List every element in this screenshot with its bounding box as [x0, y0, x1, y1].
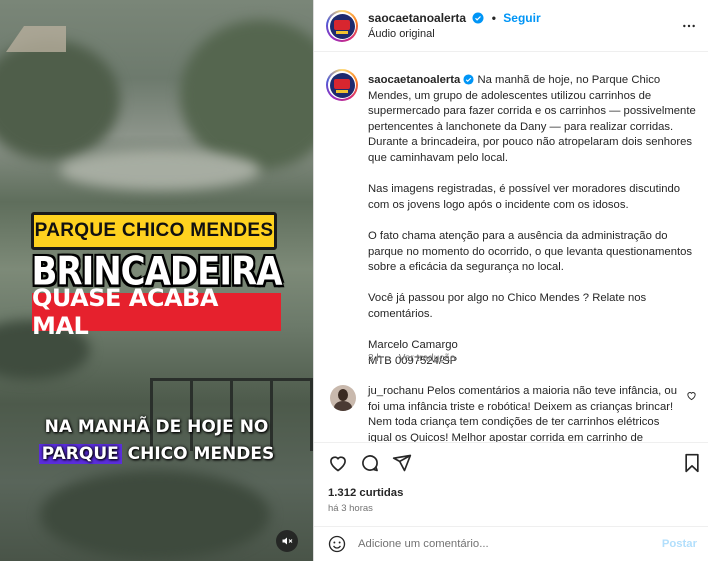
audio-label[interactable]: Áudio original — [368, 28, 435, 40]
signature-name: Marcelo Camargo — [368, 339, 458, 352]
likes-count[interactable]: 1.312 curtidas — [328, 487, 403, 499]
caption-paragraph: Na manhã de hoje, no Parque Chico Mendes… — [368, 74, 696, 164]
emoji-icon[interactable] — [328, 535, 346, 553]
more-options-icon[interactable] — [681, 18, 697, 34]
avatar[interactable] — [330, 385, 356, 411]
fence-shape — [150, 378, 313, 451]
comments-section[interactable]: saocaetanoalerta Na manhã de hoje, no Pa… — [314, 53, 708, 443]
speaker-muted-icon — [282, 537, 293, 545]
comment-input[interactable] — [358, 535, 648, 553]
video-caption-highlight: PARQUE — [38, 444, 122, 464]
header-username[interactable]: saocaetanoalerta — [368, 11, 466, 25]
post-caption: saocaetanoalerta Na manhã de hoje, no Pa… — [368, 73, 698, 369]
verified-badge-icon — [463, 74, 474, 85]
overlay-subtitle: QUASE ACABA MAL — [32, 284, 281, 340]
like-icon[interactable] — [328, 453, 348, 473]
comment-item: ju_rochanu Pelos comentários a maioria n… — [368, 384, 680, 442]
caption-meta: 3 h Ver tradução — [368, 353, 455, 364]
comment-username[interactable]: ju_rochanu — [368, 385, 424, 397]
follow-button[interactable]: Seguir — [503, 11, 540, 25]
avatar[interactable] — [326, 10, 358, 42]
post-panel: saocaetanoalerta • Seguir Áudio original… — [313, 0, 708, 561]
post-time: há 3 horas — [328, 503, 373, 514]
avatar[interactable] — [326, 69, 358, 101]
mute-button[interactable] — [276, 530, 298, 552]
translate-link[interactable]: Ver tradução — [399, 353, 456, 364]
tree-shape — [180, 20, 313, 170]
action-bar — [314, 443, 708, 479]
road-shape — [60, 150, 260, 190]
verified-badge-icon — [472, 12, 484, 24]
comment-like-icon[interactable] — [686, 390, 697, 401]
caption-paragraph: Nas imagens registradas, é possível ver … — [368, 183, 681, 211]
caption-paragraph: O fato chama atenção para a ausência da … — [368, 229, 693, 274]
comment-compose: Postar — [314, 526, 708, 561]
caption-username[interactable]: saocaetanoalerta — [368, 74, 460, 86]
post-comment-button[interactable]: Postar — [662, 538, 697, 550]
tree-shape — [0, 40, 120, 160]
share-icon[interactable] — [392, 453, 412, 473]
header-user-row: saocaetanoalerta • Seguir — [368, 11, 541, 25]
separator-dot: • — [491, 11, 496, 25]
overlay-tag: PARQUE CHICO MENDES — [31, 212, 277, 250]
comment-icon[interactable] — [360, 453, 380, 473]
post-header: saocaetanoalerta • Seguir Áudio original — [314, 0, 708, 52]
building-roof — [6, 26, 66, 52]
reel-video[interactable]: PARQUE CHICO MENDES BRINCADEIRA QUASE AC… — [0, 0, 313, 561]
bush-shape — [40, 470, 270, 560]
caption-paragraph: Você já passou por algo no Chico Mendes … — [368, 292, 647, 320]
video-caption-rest: CHICO MENDES — [121, 444, 275, 464]
video-caption-line1: NA MANHÃ DE HOJE NO — [44, 417, 269, 437]
video-caption-line2: PARQUE CHICO MENDES — [0, 444, 313, 464]
caption-age[interactable]: 3 h — [368, 353, 382, 364]
save-bookmark-icon[interactable] — [683, 453, 701, 473]
